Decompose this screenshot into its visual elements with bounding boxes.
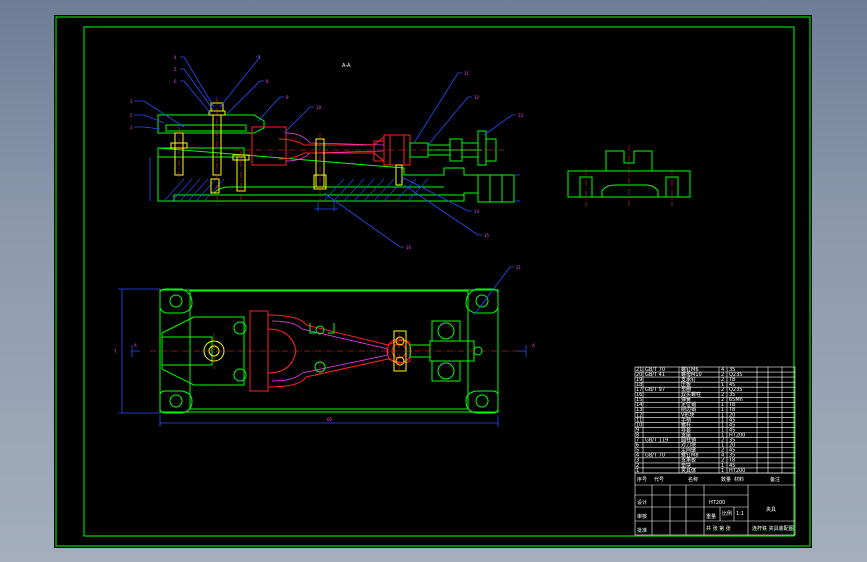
title-block: 夹具 连杆铣 夹具装配图 HT200 比例 1:1 共 张 第 张 设计 审核 … [634,472,796,536]
section-hatch [163,178,429,202]
tb-material: HT200 [709,500,725,506]
front-view: A-A 1 2 3 4 5 6 7 8 9 10 11 12 13 14 15 … [130,55,524,250]
bom-cell: GB/T 41 [645,372,665,378]
svg-text:13: 13 [518,113,524,118]
svg-text:12: 12 [474,95,480,100]
tb-header-material: 材料 [734,476,744,483]
screw-handle [234,130,506,186]
tb-checker: 审核 [637,513,647,520]
bom-cell: GB/T 119 [645,438,668,444]
side-view [567,145,691,207]
svg-text:8: 8 [266,79,269,84]
clamp-plate [157,114,265,134]
svg-text:7: 7 [258,55,261,60]
svg-text:10: 10 [316,105,322,110]
svg-text:3: 3 [130,125,133,130]
tb-weight: 重量 [706,513,716,520]
svg-text:5: 5 [174,67,177,72]
tb-header-code: 代号 [654,476,664,483]
tb-header-qty: 数量 [721,476,731,483]
svg-text:14: 14 [474,209,480,214]
bill-of-materials: 21 GB/T 70 螺钉M6 4 3520 GB/T 41 螺母M10 2 Q23519 支承钉… [634,366,796,474]
tb-drawing-no: 连杆铣 夹具装配图 [752,525,794,532]
svg-text:16: 16 [406,245,412,250]
svg-text:A: A [532,343,535,348]
cad-viewport[interactable]: A-A 1 2 3 4 5 6 7 8 9 10 11 12 13 14 15 … [0,0,867,562]
tb-scale-value: 1:1 [736,511,744,517]
workpiece-rod-front [251,126,411,166]
tb-sheet: 共 张 第 张 [706,525,731,532]
bom-cell: GB/T 70 [645,453,665,459]
svg-text:6: 6 [174,79,177,84]
svg-text:60: 60 [327,417,333,422]
svg-text:A: A [134,343,137,348]
svg-text:4: 4 [174,55,177,60]
top-view: 60 T A A 21 [113,265,535,427]
svg-text:11: 11 [464,71,470,76]
leader-lines [134,56,516,248]
bom-cell: GB/T 97 [645,387,665,393]
tb-header-name: 名称 [688,476,698,483]
tb-scale-label: 比例 [722,510,732,517]
tb-part-name: 夹具 [766,506,776,513]
side-view-label: A-A [342,63,351,69]
tb-header-no: 序号 [637,476,647,483]
svg-text:9: 9 [286,95,289,100]
svg-text:21: 21 [516,265,522,270]
tb-approver: 批准 [637,527,647,534]
svg-text:T: T [113,349,117,354]
svg-text:15: 15 [484,233,490,238]
tb-header-note: 备注 [770,476,780,483]
drawing-sheet: A-A 1 2 3 4 5 6 7 8 9 10 11 12 13 14 15 … [55,16,811,547]
svg-text:1: 1 [130,99,133,104]
outer-frame [55,16,811,547]
tb-designer: 设计 [637,499,647,506]
drawing-canvas[interactable]: A-A 1 2 3 4 5 6 7 8 9 10 11 12 13 14 15 … [54,15,812,548]
svg-text:2: 2 [130,113,133,118]
